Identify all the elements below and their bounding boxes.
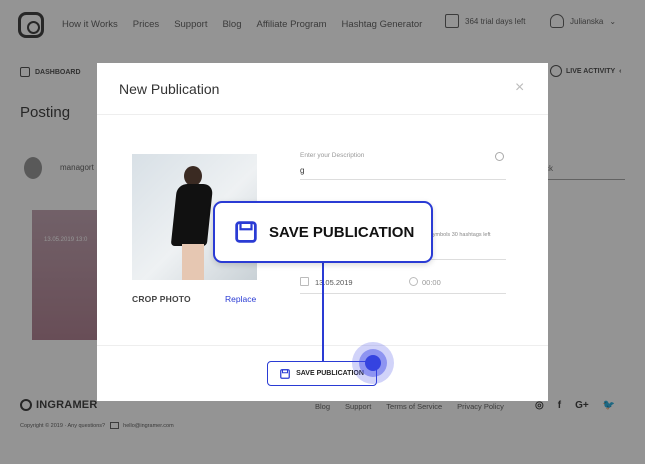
- description-label: Enter your Description: [300, 152, 365, 159]
- save-icon: [235, 221, 257, 243]
- description-underline: [300, 179, 506, 180]
- figure-dress: [170, 184, 214, 246]
- crop-photo-button[interactable]: CROP PHOTO: [132, 294, 191, 304]
- callout-label: SAVE PUBLICATION: [269, 223, 415, 241]
- callout-connector: [322, 262, 324, 362]
- hashtags-counter: symbols 30 hashtags left: [430, 232, 491, 238]
- close-icon[interactable]: ×: [515, 79, 524, 97]
- datetime-underline: [300, 293, 506, 294]
- save-icon: [280, 368, 290, 379]
- figure-legs: [182, 244, 204, 280]
- description-input[interactable]: g: [300, 166, 304, 175]
- click-indicator-core: [365, 355, 381, 371]
- replace-photo-link[interactable]: Replace: [225, 294, 256, 304]
- time-field[interactable]: 00:00: [422, 278, 441, 287]
- calendar-icon: [300, 277, 309, 286]
- modal-title: New Publication: [119, 81, 220, 97]
- emoji-icon[interactable]: [495, 152, 504, 161]
- clock-icon: [409, 277, 418, 286]
- save-publication-callout: SAVE PUBLICATION: [213, 201, 433, 263]
- date-field[interactable]: 13.05.2019: [315, 278, 353, 287]
- figure-head: [184, 166, 202, 186]
